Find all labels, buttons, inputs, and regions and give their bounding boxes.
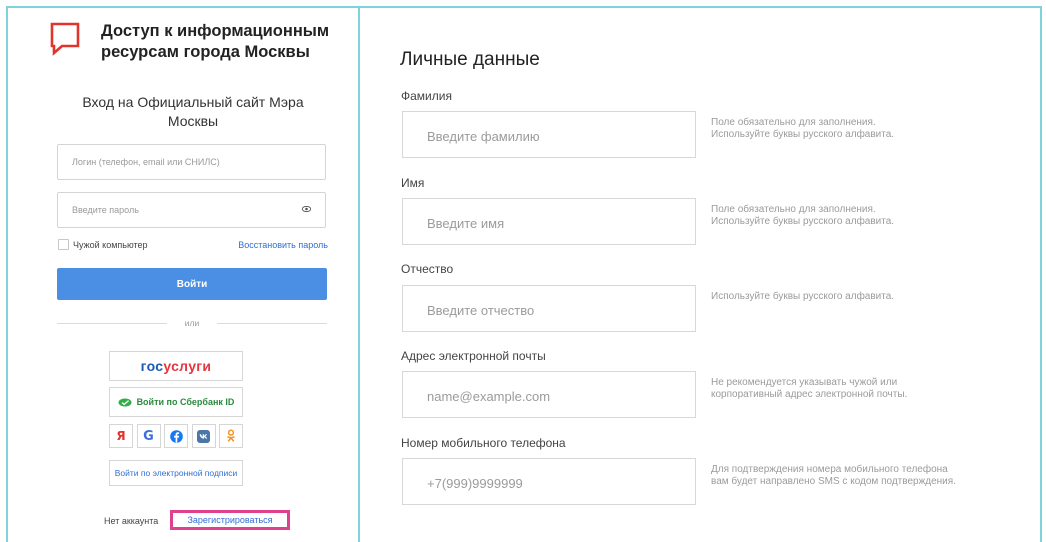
email-hint: Не рекомендуется указывать чужой или кор… [711,377,1031,401]
name-input[interactable]: Введите имя [402,198,696,245]
name-label: Имя [401,176,425,190]
name-hint-line2: Используйте буквы русского алфавита. [711,216,895,227]
login-button[interactable]: Войти [57,268,327,300]
login-subtitle: Вход на Официальный сайт Мэра Москвы [56,93,330,131]
login-input-placeholder: Логин (телефон, email или СНИЛС) [72,157,220,167]
phone-hint-line2: вам будет направлено SMS с кодом подтвер… [711,476,956,487]
esign-login-button[interactable]: Войти по электронной подписи [109,460,243,486]
patronymic-placeholder: Введите отчество [427,303,535,318]
vk-icon [197,429,210,443]
surname-placeholder: Введите фамилию [427,129,540,144]
name-placeholder: Введите имя [427,216,505,231]
google-icon: G [143,428,154,444]
brand-title-line2: ресурсам города Москвы [101,43,310,61]
login-subtitle-line1: Вход на Официальный сайт Мэра [82,94,304,110]
google-login-button[interactable]: G [136,424,161,448]
odnoklassniki-icon [227,429,235,442]
social-login-row: Я G [109,424,243,452]
surname-hint: Поле обязательно для заполнения. Использ… [711,117,1031,141]
phone-label: Номер мобильного телефона [401,436,566,450]
login-subtitle-line2: Москвы [167,113,219,129]
phone-placeholder: +7(999)9999999 [427,476,523,491]
phone-hint: Для подтверждения номера мобильного теле… [711,464,1031,488]
email-hint-line1: Не рекомендуется указывать чужой или [711,377,898,388]
facebook-icon [169,429,183,443]
email-input[interactable]: name@example.com [402,371,696,418]
name-hint-line1: Поле обязательно для заполнения. [711,204,876,215]
patronymic-hint-line1: Используйте буквы русского алфавита. [711,291,895,302]
surname-hint-line2: Используйте буквы русского алфавита. [711,129,895,140]
patronymic-label: Отчество [401,262,454,276]
phone-input[interactable]: +7(999)9999999 [402,458,696,505]
gosuslugi-text-a: гос [140,358,164,374]
no-account-text: Нет аккаунта [104,516,159,526]
email-label: Адрес электронной почты [401,349,546,363]
remember-row: Чужой компьютер Восстановить пароль [58,238,328,252]
password-input[interactable]: Введите пароль [57,192,326,228]
login-input[interactable]: Логин (телефон, email или СНИЛС) [57,144,326,180]
yandex-icon: Я [116,429,126,443]
sber-id-label: Войти по Сбербанк ID [136,397,235,407]
speech-bubble-logo-icon [50,22,80,56]
gosuslugi-text-b: услуги [163,358,212,374]
or-line-right [217,323,327,324]
surname-hint-line1: Поле обязательно для заполнения. [711,117,876,128]
brand-title-line1: Доступ к информационным [101,22,330,40]
surname-label: Фамилия [401,89,452,103]
yandex-login-button[interactable]: Я [109,424,133,448]
foreign-computer-checkbox[interactable] [58,239,69,250]
panel-divider [358,6,360,542]
password-input-placeholder: Введите пароль [72,205,139,215]
email-placeholder: name@example.com [427,389,551,404]
show-password-eye-icon[interactable] [302,206,311,212]
odnoklassniki-login-button[interactable] [219,424,243,448]
gosuslugi-button[interactable]: гос услуги [109,351,243,381]
name-hint: Поле обязательно для заполнения. Использ… [711,204,1031,228]
surname-input[interactable]: Введите фамилию [402,111,696,158]
email-hint-line2: корпоративный адрес электронной почты. [711,389,908,400]
register-link[interactable]: Зарегистрироваться [170,510,290,530]
facebook-login-button[interactable] [164,424,188,448]
patronymic-input[interactable]: Введите отчество [402,285,696,332]
personal-data-title: Личные данные [400,49,540,70]
sber-logo-icon [118,398,132,406]
restore-password-link[interactable]: Восстановить пароль [238,238,328,252]
sber-id-button[interactable]: Войти по Сбербанк ID [109,387,243,417]
or-separator: или [57,317,327,329]
phone-hint-line1: Для подтверждения номера мобильного теле… [711,464,948,475]
patronymic-hint: Используйте буквы русского алфавита. [711,291,1031,303]
brand-title: Доступ к информационным ресурсам города … [101,21,341,63]
vk-login-button[interactable] [191,424,216,448]
foreign-computer-label[interactable]: Чужой компьютер [73,238,148,252]
